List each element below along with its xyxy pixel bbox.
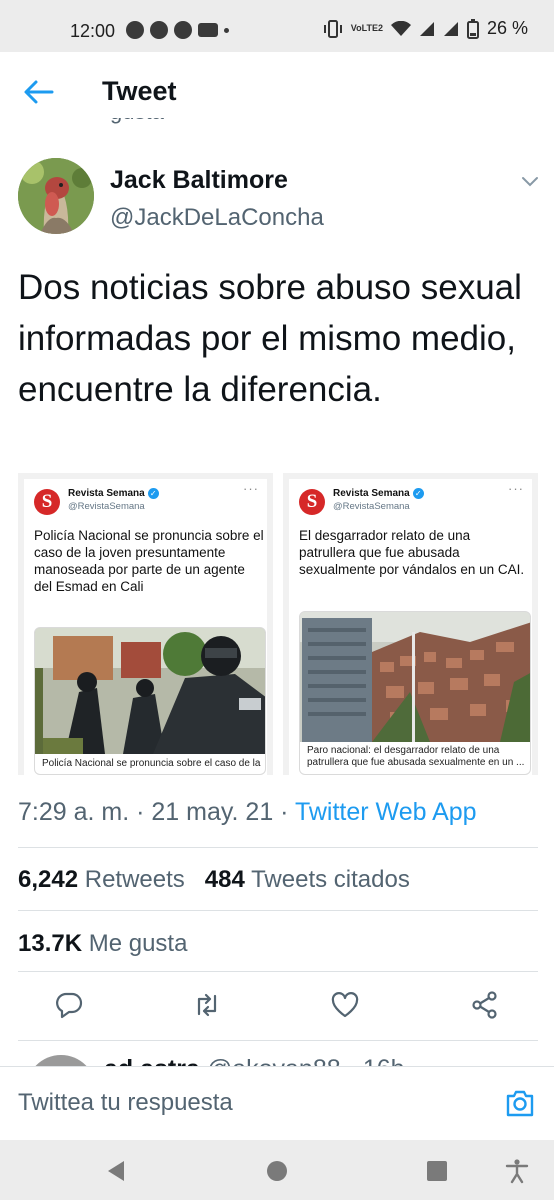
volte-indicator: VoLTE2	[350, 23, 383, 33]
reply-preview[interactable]: ad astra @akovan88 · 16h	[18, 1053, 538, 1067]
tweet-metadata: 7:29 a. m. · 21 may. 21 · Twitter Web Ap…	[18, 798, 477, 826]
more-options-icon: ···	[508, 481, 524, 496]
retweet-icon[interactable]	[192, 990, 222, 1020]
signal-icon-2	[443, 21, 458, 36]
facebook-icon	[174, 21, 192, 39]
city-photo	[300, 612, 530, 742]
embedded-tweet-card-2[interactable]: S Revista Semana ✓ @RevistaSemana ··· El …	[283, 473, 538, 775]
divider	[18, 971, 538, 972]
divider	[18, 1040, 538, 1041]
nav-recents-icon[interactable]	[424, 1158, 450, 1184]
back-arrow-icon[interactable]	[22, 78, 54, 106]
news-image: Paro nacional: el desgarrador relato de …	[299, 611, 531, 775]
tweet-text: Dos noticias sobre abuso sexual informad…	[18, 268, 522, 409]
semana-logo: S	[34, 489, 60, 515]
page-title: Tweet	[102, 76, 177, 106]
author-handle[interactable]: @JackDeLaConcha	[110, 204, 324, 232]
wifi-icon	[390, 20, 411, 36]
retweets-count[interactable]: 6,242	[18, 866, 78, 893]
status-time: 12:00	[70, 21, 116, 41]
source-handle: @RevistaSemana	[68, 501, 145, 512]
source-name: Revista Semana ✓	[68, 488, 159, 499]
semana-logo: S	[299, 489, 325, 515]
reply-composer[interactable]: Twittea tu respuesta	[0, 1066, 554, 1140]
link-preview-caption: Policía Nacional se pronuncia sobre el c…	[42, 758, 261, 769]
likes-label: Me gusta	[88, 930, 188, 957]
tweet-image-attachment[interactable]: S Revista Semana ✓ @RevistaSemana ··· Pol…	[18, 473, 538, 775]
camera-icon[interactable]	[504, 1087, 536, 1119]
nav-back-icon[interactable]	[104, 1158, 130, 1184]
signal-icon	[419, 21, 434, 36]
divider	[18, 847, 538, 848]
embedded-tweet-text: El desgarrador relato de una patrullera …	[299, 528, 525, 577]
share-icon[interactable]	[470, 990, 500, 1020]
nav-home-icon[interactable]	[264, 1158, 290, 1184]
system-indicators: VoLTE2 26 %	[323, 18, 528, 39]
reply-input[interactable]: Twittea tu respuesta	[18, 1089, 233, 1117]
avatar[interactable]	[18, 158, 94, 234]
source-handle: @RevistaSemana	[333, 501, 410, 512]
verified-badge-icon: ✓	[412, 488, 424, 499]
battery-percentage: 26 %	[486, 18, 528, 38]
notification-icons	[126, 21, 229, 39]
more-notifications-dot	[224, 27, 229, 33]
like-icon[interactable]	[330, 990, 360, 1020]
scrolled-text-fragment: gusta	[110, 118, 164, 130]
quotes-count[interactable]: 484	[205, 866, 245, 893]
embedded-tweet-card-1[interactable]: S Revista Semana ✓ @RevistaSemana ··· Pol…	[18, 473, 273, 775]
reply-icon[interactable]	[54, 990, 84, 1020]
source-name: Revista Semana ✓	[333, 488, 424, 499]
vibrate-icon	[323, 19, 342, 38]
battery-icon	[466, 18, 479, 39]
whatsapp-icon	[126, 21, 144, 39]
app-header: Tweet gusta	[0, 52, 554, 132]
link-preview-caption: Paro nacional: el desgarrador relato de …	[307, 745, 525, 768]
source-app-link[interactable]: Twitter Web App	[295, 798, 477, 826]
retweets-label[interactable]: Retweets	[85, 866, 185, 893]
news-image: Policía Nacional se pronuncia sobre el c…	[34, 627, 266, 775]
tweet-time: 7:29 a. m.	[18, 798, 130, 826]
chevron-down-icon[interactable]	[520, 176, 540, 188]
verified-badge-icon: ✓	[147, 488, 159, 499]
author-name[interactable]: Jack Baltimore	[110, 166, 288, 195]
quotes-label[interactable]: Tweets citados	[251, 866, 410, 893]
police-photo	[35, 628, 265, 754]
tweet-date: 21 may. 21	[151, 798, 274, 826]
system-navigation-bar	[0, 1140, 554, 1200]
status-bar: 12:00 VoLTE2 26 %	[0, 0, 554, 52]
divider	[18, 910, 538, 911]
likes-count: 13.7K	[18, 930, 83, 957]
more-options-icon: ···	[243, 481, 259, 496]
accessibility-icon[interactable]	[504, 1158, 530, 1184]
retweet-stats: 6,242 Retweets 484 Tweets citados	[18, 866, 410, 894]
messenger-icon	[150, 21, 168, 39]
embedded-tweet-text: Policía Nacional se pronuncia sobre el c…	[34, 528, 264, 594]
youtube-icon	[198, 23, 218, 37]
likes-stats[interactable]: 13.7K Me gusta	[18, 930, 187, 958]
